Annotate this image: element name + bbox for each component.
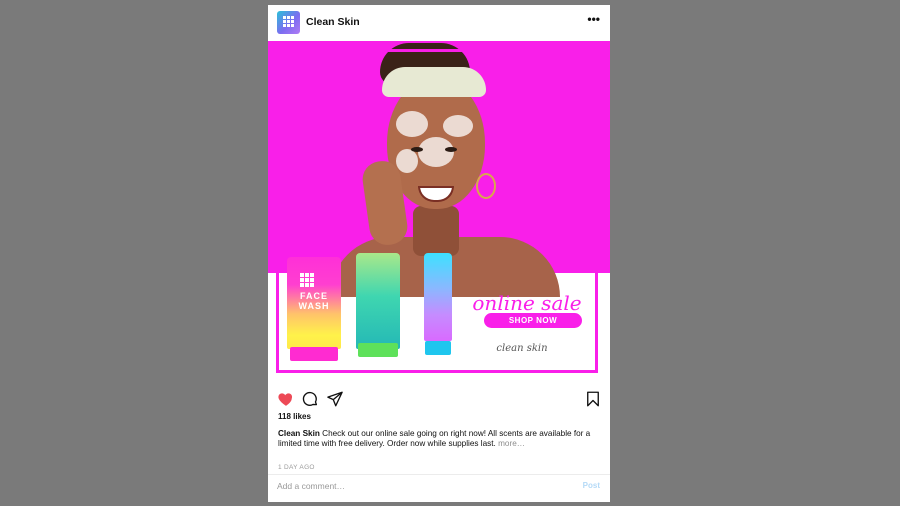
post-comment-button[interactable]: Post — [583, 481, 600, 490]
caption-text: Check out our online sale going on right… — [278, 429, 591, 448]
action-bar — [268, 390, 610, 410]
post-image[interactable]: FACE WASH online sale SHOP NOW clean ski… — [268, 41, 610, 382]
bookmark-icon[interactable] — [584, 390, 602, 408]
username[interactable]: Clean Skin — [306, 16, 360, 28]
timestamp: 1 DAY AGO — [278, 464, 315, 471]
caption-username[interactable]: Clean Skin — [278, 429, 320, 438]
post-header: Clean Skin ••• — [268, 5, 610, 41]
share-icon[interactable] — [326, 390, 344, 408]
avatar[interactable] — [277, 11, 300, 34]
heart-icon[interactable] — [277, 390, 295, 408]
comment-icon[interactable] — [301, 390, 319, 408]
more-icon[interactable]: ••• — [587, 13, 600, 25]
logo-grid-icon — [283, 16, 294, 27]
likes-count[interactable]: 118 likes — [278, 412, 311, 421]
caption-more-link[interactable]: more… — [498, 439, 525, 448]
image-frame — [276, 49, 598, 373]
caption: Clean Skin Check out our online sale goi… — [278, 429, 598, 449]
divider — [268, 474, 610, 475]
instagram-post: Clean Skin ••• FACE WASH online sale SHO… — [268, 5, 610, 502]
comment-input[interactable] — [277, 480, 527, 492]
